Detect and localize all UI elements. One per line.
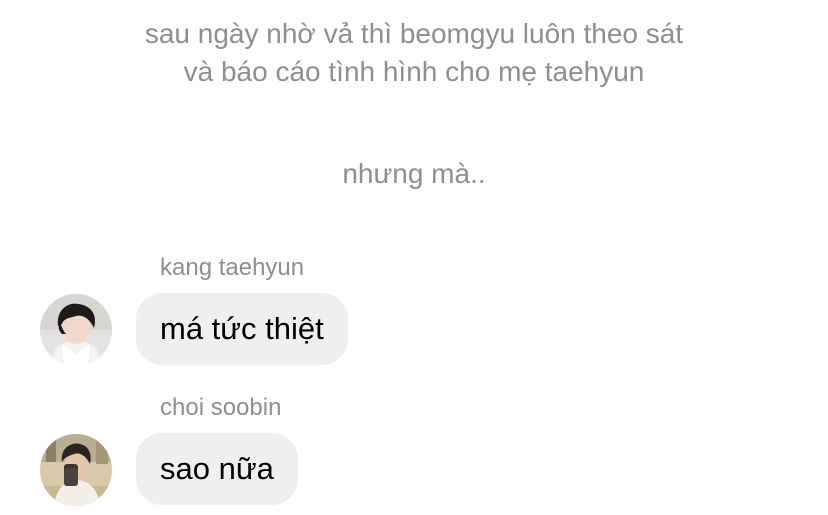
narration-line-1: sau ngày nhờ vả thì beomgyu luôn theo sá… [144,18,684,49]
narration-text-2: nhưng mà.. [342,158,486,189]
narration-line-2: và báo cáo tình hình cho mẹ taehyun [183,56,645,87]
avatar[interactable] [40,434,112,506]
sender-name: kang taehyun [160,254,305,281]
avatar[interactable] [40,294,112,366]
message-bubble[interactable]: sao nữa [136,433,298,505]
profile-photo-icon [40,434,112,506]
narration-text-1: sau ngày nhờ vả thì beomgyu luôn theo sá… [0,15,828,91]
message-bubble[interactable]: má tức thiệt [136,293,348,365]
profile-photo-icon [40,294,112,366]
sender-name: choi soobin [160,394,282,421]
